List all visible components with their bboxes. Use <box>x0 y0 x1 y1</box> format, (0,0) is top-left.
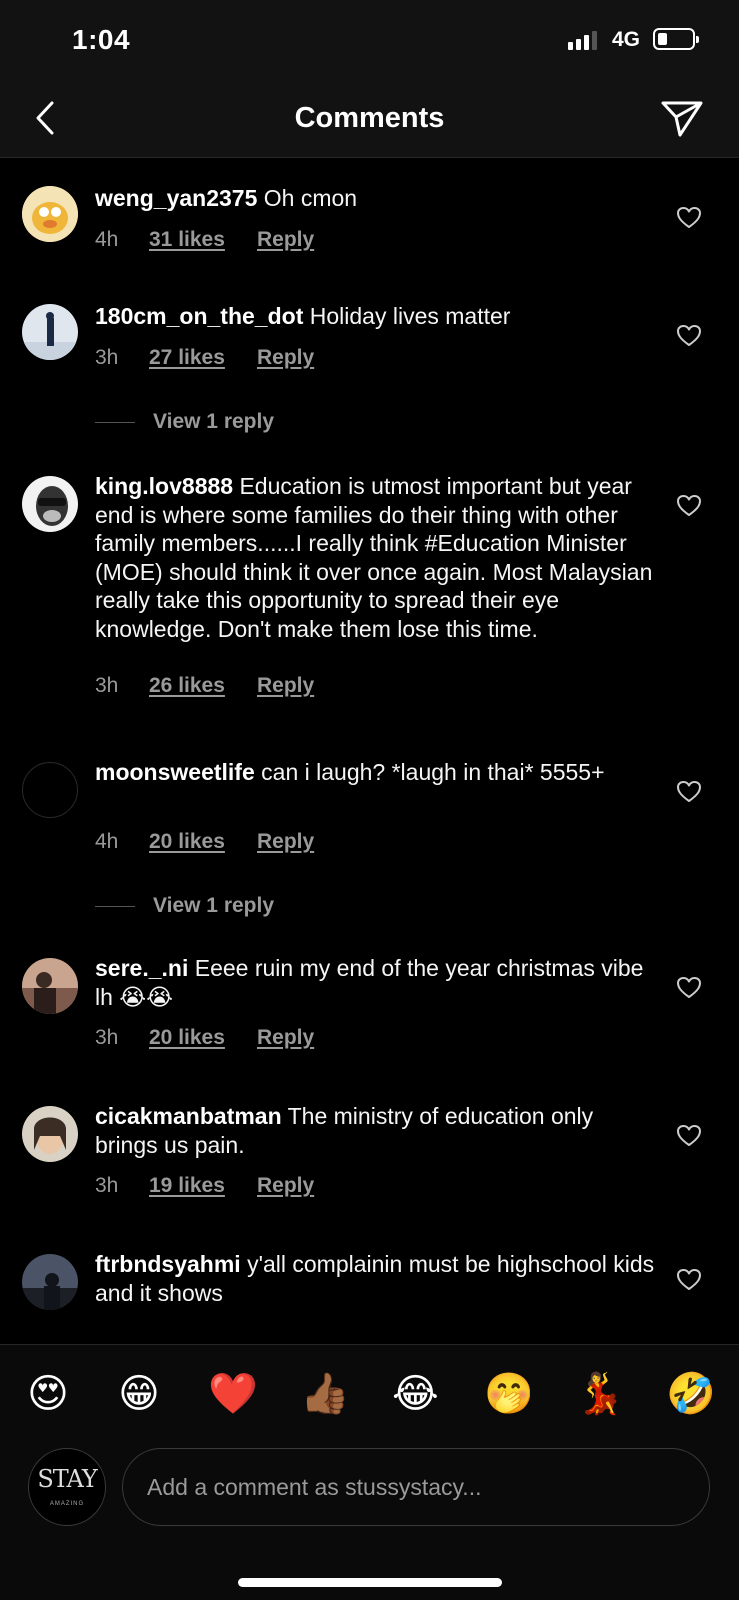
status-time: 1:04 <box>72 24 131 55</box>
comment-body: Holiday lives matter <box>309 303 511 329</box>
heart-outline-icon[interactable] <box>676 206 702 230</box>
reply-button[interactable]: Reply <box>257 1026 314 1050</box>
comment-age: 3h <box>95 1026 119 1049</box>
comment-age: 3h <box>95 674 119 697</box>
comment-age: 3h <box>95 1174 119 1197</box>
comment-username[interactable]: cicakmanbatman <box>95 1103 282 1129</box>
view-replies-button[interactable]: View 1 reply <box>95 894 274 918</box>
likes-link[interactable]: 20 likes <box>149 830 257 854</box>
heart-outline-icon[interactable] <box>676 494 702 518</box>
comment-username[interactable]: moonsweetlife <box>95 759 255 785</box>
comment-text: ftrbndsyahmi y'all complainin must be hi… <box>95 1250 655 1307</box>
emoji-thumbs-up[interactable]: 👍🏾 <box>300 1371 350 1417</box>
likes-link[interactable]: 27 likes <box>149 346 257 370</box>
comment-input[interactable]: Add a comment as stussystacy... <box>122 1448 710 1526</box>
comment-username[interactable]: weng_yan2375 <box>95 185 257 211</box>
avatar[interactable] <box>22 958 78 1014</box>
comment-meta: 3h 26 likes Reply <box>95 674 314 698</box>
comment-text: weng_yan2375 Oh cmon <box>95 184 655 213</box>
comment-meta: 4h 20 likes Reply <box>95 830 314 854</box>
comments-header: Comments <box>0 80 739 158</box>
page-title: Comments <box>294 102 445 134</box>
emoji-rofl[interactable]: 🤣 <box>666 1371 716 1417</box>
emoji-dancer[interactable]: 💃 <box>575 1371 625 1417</box>
view-replies-label: View 1 reply <box>153 410 275 433</box>
comment-username[interactable]: king.lov8888 <box>95 473 233 499</box>
heart-outline-icon[interactable] <box>676 780 702 804</box>
comment-username[interactable]: sere._.ni <box>95 955 188 981</box>
cellular-signal-icon <box>568 30 597 50</box>
divider <box>95 905 135 907</box>
avatar: STAY AMAZING <box>28 1448 106 1526</box>
view-replies-label: View 1 reply <box>153 894 275 917</box>
reply-button[interactable]: Reply <box>257 674 314 698</box>
divider <box>95 421 135 423</box>
view-replies-button[interactable]: View 1 reply <box>95 410 274 434</box>
network-type: 4G <box>612 28 641 51</box>
emoji-grin[interactable]: 😁 <box>116 1371 162 1417</box>
home-indicator[interactable] <box>238 1578 502 1587</box>
likes-link[interactable]: 20 likes <box>149 1026 257 1050</box>
comment-meta: 4h 31 likes Reply <box>95 228 314 252</box>
comment-text: 180cm_on_the_dot Holiday lives matter <box>95 302 655 331</box>
avatar[interactable] <box>22 476 78 532</box>
comment-body: Oh cmon <box>263 185 358 211</box>
avatar[interactable] <box>22 304 78 360</box>
heart-outline-icon[interactable] <box>676 324 702 348</box>
comment-age: 4h <box>95 228 119 251</box>
likes-link[interactable]: 26 likes <box>149 674 257 698</box>
comment-body: can i laugh? *laugh in thai* 5555+ <box>261 759 605 785</box>
comment-meta: 3h 27 likes Reply <box>95 346 314 370</box>
share-button[interactable] <box>659 96 705 142</box>
reply-button[interactable]: Reply <box>257 346 314 370</box>
comment-age: 4h <box>95 830 119 853</box>
comment-text: moonsweetlife can i laugh? *laugh in tha… <box>95 758 655 787</box>
reply-button[interactable]: Reply <box>257 1174 314 1198</box>
comment-meta: 3h 20 likes Reply <box>95 1026 314 1050</box>
emoji-tears-of-joy[interactable]: 😂 <box>392 1371 439 1417</box>
reply-button[interactable]: Reply <box>257 228 314 252</box>
battery-icon <box>653 28 699 50</box>
emoji-hand-over-mouth[interactable]: 🤭 <box>484 1371 534 1417</box>
comment-age: 3h <box>95 346 119 369</box>
avatar[interactable] <box>22 762 78 818</box>
comment-text: cicakmanbatman The ministry of education… <box>95 1102 655 1159</box>
avatar-logo-subtext: AMAZING <box>49 1501 85 1507</box>
comment-meta: 3h 19 likes Reply <box>95 1174 314 1198</box>
reply-button[interactable]: Reply <box>257 830 314 854</box>
comment-text: sere._.ni Eeee ruin my end of the year c… <box>95 954 655 1011</box>
comment-input-placeholder: Add a comment as stussystacy... <box>147 1473 482 1500</box>
status-bar: 1:04 4G <box>0 0 739 80</box>
emoji-reaction-bar: 😍 😁 ❤️ 👍🏾 😂 🤭 💃 🤣 <box>0 1344 739 1448</box>
comment-list: weng_yan2375 Oh cmon 4h 31 likes Reply 1… <box>0 160 739 1344</box>
heart-outline-icon[interactable] <box>676 1268 702 1292</box>
likes-link[interactable]: 31 likes <box>149 228 257 252</box>
avatar[interactable] <box>22 186 78 242</box>
avatar-logo-text: STAY <box>37 1465 97 1493</box>
comment-username[interactable]: 180cm_on_the_dot <box>95 303 303 329</box>
heart-outline-icon[interactable] <box>676 976 702 1000</box>
emoji-red-heart[interactable]: ❤️ <box>208 1371 258 1417</box>
avatar[interactable] <box>22 1106 78 1162</box>
likes-link[interactable]: 19 likes <box>149 1174 257 1198</box>
comment-username[interactable]: ftrbndsyahmi <box>95 1251 241 1277</box>
emoji-heart-eyes[interactable]: 😍 <box>25 1371 71 1417</box>
heart-outline-icon[interactable] <box>676 1124 702 1148</box>
paper-plane-icon <box>661 101 703 137</box>
avatar[interactable] <box>22 1254 78 1310</box>
comment-text: king.lov8888 Education is utmost importa… <box>95 472 655 643</box>
